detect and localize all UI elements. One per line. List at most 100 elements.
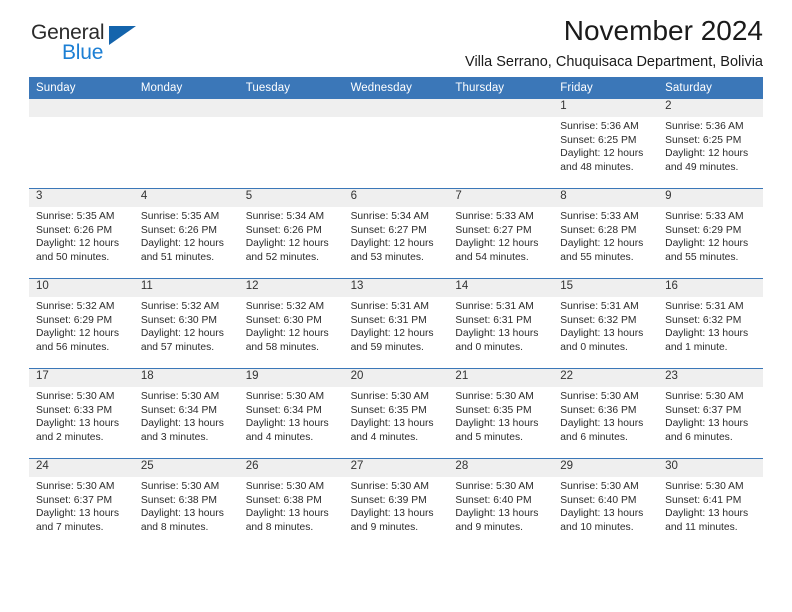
- day-details: Sunrise: 5:30 AM Sunset: 6:35 PM Daylight:…: [448, 387, 553, 445]
- day-details: Sunrise: 5:34 AM Sunset: 6:27 PM Daylight:…: [344, 207, 449, 265]
- sunset-text: Sunset: 6:27 PM: [350, 224, 427, 236]
- sunset-text: Sunset: 6:38 PM: [140, 494, 217, 506]
- calendar-day-cell[interactable]: 1 Sunrise: 5:36 AM Sunset: 6:25 PM Daylight…: [553, 99, 659, 188]
- calendar-day-cell[interactable]: 29 Sunrise: 5:30 AM Sunset: 6:40 PM Dayligh…: [553, 459, 659, 548]
- daylight-text-line1: Daylight: 12 hours: [665, 238, 749, 250]
- sunset-text: Sunset: 6:33 PM: [36, 404, 113, 416]
- weekday-header-friday: Friday: [560, 82, 593, 94]
- daylight-text-line2: and 9 minutes.: [455, 522, 523, 534]
- day-number: 28: [448, 459, 554, 477]
- sunrise-text: Sunrise: 5:31 AM: [665, 301, 744, 312]
- title-block: November 2024 Villa Serrano, Chuquisaca …: [465, 0, 763, 71]
- day-number: 11: [133, 279, 239, 297]
- weekday-header-wednesday: Wednesday: [350, 82, 412, 94]
- calendar-day-cell[interactable]: 8 Sunrise: 5:33 AM Sunset: 6:28 PM Daylight…: [553, 189, 659, 278]
- daylight-text-line1: Daylight: 12 hours: [140, 238, 224, 250]
- day-details: Sunrise: 5:35 AM Sunset: 6:26 PM Daylight:…: [29, 207, 134, 265]
- calendar-day-cell[interactable]: 2 Sunrise: 5:36 AM Sunset: 6:25 PM Daylight…: [658, 99, 763, 188]
- calendar-week-row: 3 Sunrise: 5:35 AM Sunset: 6:26 PM Daylight…: [29, 188, 763, 278]
- daylight-text-line2: and 51 minutes.: [140, 252, 215, 264]
- calendar-day-cell[interactable]: 15 Sunrise: 5:31 AM Sunset: 6:32 PM Dayligh…: [553, 279, 659, 368]
- daylight-text-line2: and 57 minutes.: [140, 342, 215, 354]
- calendar-day-cell[interactable]: 20 Sunrise: 5:30 AM Sunset: 6:35 PM Dayligh…: [343, 369, 449, 458]
- calendar-day-cell[interactable]: 7 Sunrise: 5:33 AM Sunset: 6:27 PM Daylight…: [448, 189, 554, 278]
- daylight-text-line2: and 52 minutes.: [245, 252, 319, 264]
- general-blue-logo[interactable]: General Blue: [29, 22, 159, 70]
- calendar-day-cell[interactable]: 23 Sunrise: 5:30 AM Sunset: 6:37 PM Dayligh…: [658, 369, 763, 458]
- day-number: 16: [658, 279, 763, 297]
- sunrise-text: Sunrise: 5:32 AM: [36, 301, 115, 312]
- day-number: 1: [553, 99, 659, 117]
- calendar-day-cell[interactable]: 26 Sunrise: 5:30 AM Sunset: 6:38 PM Dayligh…: [238, 459, 344, 548]
- day-number: 15: [553, 279, 659, 297]
- calendar-day-cell[interactable]: 5 Sunrise: 5:34 AM Sunset: 6:26 PM Daylight…: [238, 189, 344, 278]
- day-number: 24: [29, 459, 134, 477]
- day-details: Sunrise: 5:30 AM Sunset: 6:35 PM Daylight:…: [344, 387, 449, 445]
- sunrise-text: Sunrise: 5:30 AM: [350, 391, 429, 402]
- daylight-text-line2: and 55 minutes.: [560, 252, 634, 264]
- day-number: 4: [133, 189, 239, 207]
- weekday-header-monday: Monday: [140, 82, 183, 94]
- daylight-text-line2: and 7 minutes.: [36, 522, 104, 534]
- daylight-text-line1: Daylight: 13 hours: [140, 418, 224, 430]
- calendar-day-cell[interactable]: 6 Sunrise: 5:34 AM Sunset: 6:27 PM Daylight…: [343, 189, 449, 278]
- daylight-text-line2: and 8 minutes.: [245, 522, 314, 534]
- sunset-text: Sunset: 6:34 PM: [245, 404, 322, 416]
- sunset-text: Sunset: 6:41 PM: [665, 494, 742, 506]
- calendar-day-cell[interactable]: 11 Sunrise: 5:32 AM Sunset: 6:30 PM Dayligh…: [133, 279, 239, 368]
- calendar-day-cell[interactable]: 16 Sunrise: 5:31 AM Sunset: 6:32 PM Dayligh…: [658, 279, 763, 368]
- daylight-text-line1: Daylight: 13 hours: [36, 418, 119, 430]
- sunset-text: Sunset: 6:39 PM: [350, 494, 427, 506]
- calendar-day-cell[interactable]: 3 Sunrise: 5:35 AM Sunset: 6:26 PM Daylight…: [29, 189, 134, 278]
- daylight-text-line2: and 5 minutes.: [455, 432, 523, 444]
- day-number: 5: [238, 189, 344, 207]
- calendar-day-cell[interactable]: 14 Sunrise: 5:31 AM Sunset: 6:31 PM Dayligh…: [448, 279, 554, 368]
- calendar-day-cell[interactable]: 19 Sunrise: 5:30 AM Sunset: 6:34 PM Dayligh…: [238, 369, 344, 458]
- day-number: 21: [448, 369, 554, 387]
- day-number: 27: [343, 459, 449, 477]
- calendar-day-cell-empty: [29, 99, 134, 188]
- daylight-text-line2: and 8 minutes.: [140, 522, 209, 534]
- sunset-text: Sunset: 6:31 PM: [455, 314, 532, 326]
- calendar-day-cell[interactable]: 10 Sunrise: 5:32 AM Sunset: 6:29 PM Dayligh…: [29, 279, 134, 368]
- sunrise-text: Sunrise: 5:31 AM: [455, 301, 534, 312]
- calendar-day-cell[interactable]: 12 Sunrise: 5:32 AM Sunset: 6:30 PM Dayligh…: [238, 279, 344, 368]
- calendar-day-cell[interactable]: 27 Sunrise: 5:30 AM Sunset: 6:39 PM Dayligh…: [343, 459, 449, 548]
- calendar-day-cell[interactable]: 21 Sunrise: 5:30 AM Sunset: 6:35 PM Dayligh…: [448, 369, 554, 458]
- sunrise-text: Sunrise: 5:30 AM: [245, 481, 325, 492]
- sunrise-text: Sunrise: 5:34 AM: [350, 211, 429, 222]
- calendar-day-cell[interactable]: 24 Sunrise: 5:30 AM Sunset: 6:37 PM Dayligh…: [29, 459, 134, 548]
- calendar-day-cell[interactable]: 18 Sunrise: 5:30 AM Sunset: 6:34 PM Dayligh…: [133, 369, 239, 458]
- sunset-text: Sunset: 6:38 PM: [245, 494, 322, 506]
- calendar-day-cell[interactable]: 4 Sunrise: 5:35 AM Sunset: 6:26 PM Daylight…: [133, 189, 239, 278]
- calendar-day-cell[interactable]: 9 Sunrise: 5:33 AM Sunset: 6:29 PM Daylight…: [658, 189, 763, 278]
- day-details: Sunrise: 5:36 AM Sunset: 6:25 PM Daylight:…: [658, 117, 763, 175]
- day-number: [238, 99, 344, 117]
- daylight-text-line1: Daylight: 13 hours: [140, 508, 224, 520]
- calendar-day-cell[interactable]: 13 Sunrise: 5:31 AM Sunset: 6:31 PM Dayligh…: [343, 279, 449, 368]
- day-number: 18: [133, 369, 239, 387]
- day-details: Sunrise: 5:32 AM Sunset: 6:30 PM Daylight:…: [134, 297, 239, 355]
- weekday-header-thursday: Thursday: [455, 82, 505, 94]
- sunrise-text: Sunrise: 5:35 AM: [140, 211, 220, 222]
- calendar-day-cell[interactable]: 22 Sunrise: 5:30 AM Sunset: 6:36 PM Dayligh…: [553, 369, 659, 458]
- calendar-grid: Sunday Monday Tuesday Wednesday Thursday Frid…: [29, 77, 763, 548]
- daylight-text-line1: Daylight: 13 hours: [245, 418, 329, 430]
- day-details: Sunrise: 5:31 AM Sunset: 6:32 PM Daylight:…: [658, 297, 763, 355]
- daylight-text-line2: and 10 minutes.: [560, 522, 634, 534]
- sunrise-text: Sunrise: 5:30 AM: [560, 391, 639, 402]
- daylight-text-line2: and 0 minutes.: [455, 342, 523, 354]
- sunrise-text: Sunrise: 5:30 AM: [455, 481, 534, 492]
- daylight-text-line1: Daylight: 12 hours: [560, 238, 644, 250]
- day-details: Sunrise: 5:30 AM Sunset: 6:40 PM Daylight:…: [553, 477, 658, 535]
- day-number: 25: [133, 459, 239, 477]
- daylight-text-line1: Daylight: 13 hours: [350, 418, 434, 430]
- daylight-text-line1: Daylight: 12 hours: [140, 328, 224, 340]
- day-number: [29, 99, 134, 117]
- calendar-day-cell[interactable]: 30 Sunrise: 5:30 AM Sunset: 6:41 PM Dayligh…: [658, 459, 763, 548]
- calendar-day-cell[interactable]: 17 Sunrise: 5:30 AM Sunset: 6:33 PM Dayligh…: [29, 369, 134, 458]
- day-details: Sunrise: 5:30 AM Sunset: 6:38 PM Daylight:…: [134, 477, 239, 535]
- calendar-day-cell[interactable]: 28 Sunrise: 5:30 AM Sunset: 6:40 PM Dayligh…: [448, 459, 554, 548]
- calendar-day-cell[interactable]: 25 Sunrise: 5:30 AM Sunset: 6:38 PM Dayligh…: [133, 459, 239, 548]
- sunset-text: Sunset: 6:31 PM: [350, 314, 427, 326]
